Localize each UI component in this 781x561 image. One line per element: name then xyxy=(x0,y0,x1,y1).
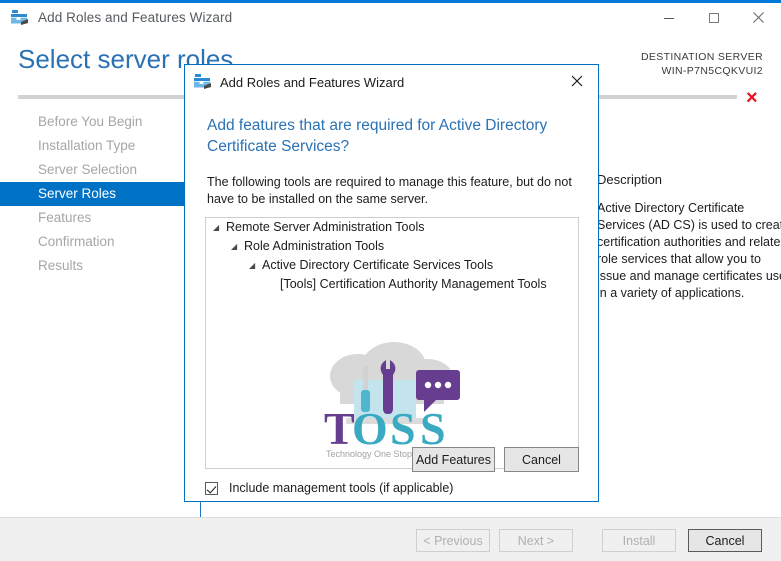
svg-text:T: T xyxy=(324,403,355,454)
window-title-bar[interactable]: Add Roles and Features Wizard xyxy=(0,3,781,32)
dialog-title-text: Add Roles and Features Wizard xyxy=(220,74,405,90)
svg-text:O: O xyxy=(352,403,388,454)
dialog-subtext: The following tools are required to mana… xyxy=(207,175,572,206)
sidebar-item-server-selection[interactable]: Server Selection xyxy=(0,158,200,182)
sidebar-item-before-you-begin[interactable]: Before You Begin xyxy=(0,110,200,134)
tree-item-label: Role Administration Tools xyxy=(244,239,385,253)
description-title: Description xyxy=(597,172,663,187)
required-tools-tree[interactable]: ◢ Remote Server Administration Tools ◢ R… xyxy=(205,217,579,469)
sidebar-item-server-roles[interactable]: Server Roles xyxy=(0,182,200,206)
next-button[interactable]: Next > xyxy=(499,529,573,552)
destination-server-block: DESTINATION SERVER WIN-P7N5CQKVUI2 xyxy=(641,50,763,78)
tree-item-ad-cs-tools[interactable]: ◢ Active Directory Certificate Services … xyxy=(206,256,578,275)
toss-watermark-logo: T O S S Technology One Stop Solution xyxy=(316,340,468,460)
dialog-close-icon[interactable] xyxy=(556,65,598,97)
sidebar-item-confirmation[interactable]: Confirmation xyxy=(0,230,200,254)
tree-item-certification-authority-management-tools[interactable]: [Tools] Certification Authority Manageme… xyxy=(206,275,578,294)
window-title-text: Add Roles and Features Wizard xyxy=(38,10,233,25)
chevron-expanded-icon[interactable]: ◢ xyxy=(213,218,226,237)
wizard-step-nav: Before You Begin Installation Type Serve… xyxy=(0,110,200,278)
close-icon[interactable] xyxy=(736,3,781,32)
tree-item-label: [Tools] Certification Authority Manageme… xyxy=(280,277,547,291)
tree-item-label: Active Directory Certificate Services To… xyxy=(262,258,494,272)
dialog-title-bar[interactable]: Add Roles and Features Wizard xyxy=(185,65,598,99)
destination-server-name: WIN-P7N5CQKVUI2 xyxy=(661,65,763,77)
tree-item-label: Remote Server Administration Tools xyxy=(226,220,425,234)
sidebar-item-features[interactable]: Features xyxy=(0,206,200,230)
sidebar-item-results[interactable]: Results xyxy=(0,254,200,278)
sidebar-item-installation-type[interactable]: Installation Type xyxy=(0,134,200,158)
previous-button[interactable]: < Previous xyxy=(416,529,490,552)
wizard-toolbox-icon xyxy=(11,9,29,26)
wizard-footer: < Previous Next > Install Cancel xyxy=(0,517,781,561)
dialog-cancel-button[interactable]: Cancel xyxy=(504,447,579,472)
cancel-button[interactable]: Cancel xyxy=(688,529,762,552)
description-pane: Description Active Directory Certificate… xyxy=(589,110,781,500)
destination-server-label: DESTINATION SERVER xyxy=(640,51,763,63)
wizard-window: Add Roles and Features Wizard Select ser… xyxy=(0,0,781,561)
checkbox-label: Include management tools (if applicable) xyxy=(229,481,454,495)
tree-item-remote-server-administration-tools[interactable]: ◢ Remote Server Administration Tools xyxy=(206,218,578,237)
header-divider-right xyxy=(598,95,737,99)
minimize-icon[interactable] xyxy=(646,3,691,32)
add-features-button[interactable]: Add Features xyxy=(412,447,495,472)
window-controls xyxy=(646,3,781,32)
chevron-expanded-icon[interactable]: ◢ xyxy=(249,256,262,275)
wizard-toolbox-icon xyxy=(194,74,212,90)
description-body: Active Directory Certificate Services (A… xyxy=(597,201,781,300)
maximize-icon[interactable] xyxy=(691,3,736,32)
dialog-heading: Add features that are required for Activ… xyxy=(207,117,548,155)
tree-item-role-administration-tools[interactable]: ◢ Role Administration Tools xyxy=(206,237,578,256)
install-button[interactable]: Install xyxy=(602,529,676,552)
checkbox-checked-icon[interactable] xyxy=(205,481,218,495)
include-management-tools-checkbox[interactable]: Include management tools (if applicable) xyxy=(205,481,453,495)
chevron-expanded-icon[interactable]: ◢ xyxy=(231,237,244,256)
add-features-dialog: Add Roles and Features Wizard Add featur… xyxy=(184,64,599,502)
validation-error-icon: × xyxy=(746,87,758,109)
